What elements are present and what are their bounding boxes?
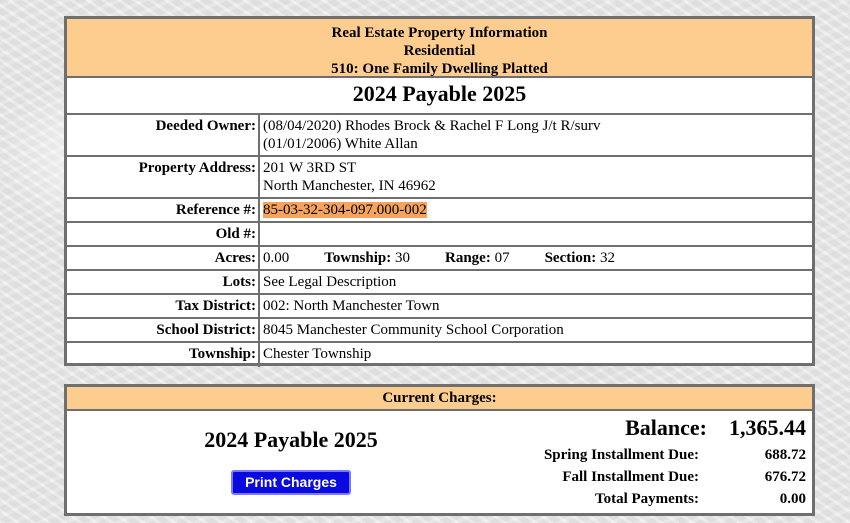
owner-line: (08/04/2020) Rhodes Brock & Rachel F Lon… (263, 118, 601, 134)
old-number-value (260, 223, 263, 245)
township-label: Township: (67, 343, 260, 367)
acres-label: Acres: (67, 247, 260, 269)
tax-year-title: 2024 Payable 2025 (67, 78, 812, 115)
balance-amount: 1,365.44 (729, 415, 806, 440)
deeded-owner-row: Deeded Owner: (08/04/2020) Rhodes Brock … (67, 115, 812, 157)
fall-installment-label: Fall Installment Due: (562, 469, 699, 485)
deeded-owner-value: (08/04/2020) Rhodes Brock & Rachel F Lon… (260, 115, 600, 155)
section-label: Section: (544, 250, 597, 266)
header-title: Real Estate Property Information (331, 25, 548, 41)
acres-value: 0.00 (263, 250, 290, 266)
spring-installment-amount: 688.72 (764, 447, 806, 463)
range-label: Range: (445, 250, 491, 266)
tax-district-row: Tax District: 002: North Manchester Town (67, 295, 812, 319)
reference-label: Reference #: (67, 199, 260, 221)
current-charges-panel: Current Charges: 2024 Payable 2025 Print… (64, 384, 815, 516)
old-number-row: Old #: (67, 223, 812, 247)
township-number: 30 (395, 250, 410, 266)
reference-value[interactable]: 85-03-32-304-097.000-002 (263, 202, 427, 218)
school-district-label: School District: (67, 319, 260, 341)
section-value: 32 (600, 250, 615, 266)
reference-row: Reference #: 85-03-32-304-097.000-002 (67, 199, 812, 223)
total-payments-label: Total Payments: (594, 491, 699, 507)
lots-label: Lots: (67, 271, 260, 293)
address-line: North Manchester, IN 46962 (263, 178, 436, 194)
township-row: Township: Chester Township (67, 343, 812, 367)
school-district-row: School District: 8045 Manchester Communi… (67, 319, 812, 343)
property-info-panel: Real Estate Property Information Residen… (64, 16, 815, 367)
township-value: Chester Township (263, 346, 372, 362)
deeded-owner-label: Deeded Owner: (67, 115, 260, 155)
fall-installment-line: Fall Installment Due: 676.72 (529, 469, 806, 486)
header-code: 510: One Family Dwelling Platted (331, 61, 548, 77)
current-charges-header: Current Charges: (67, 387, 812, 411)
tax-district-label: Tax District: (67, 295, 260, 317)
old-number-label: Old #: (67, 223, 260, 245)
charges-year-title: 2024 Payable 2025 (204, 427, 378, 452)
total-payments-line: Total Payments: 0.00 (529, 491, 806, 508)
acres-row: Acres: 0.00 Township: 30 Range: 07 Secti… (67, 247, 812, 271)
spring-installment-label: Spring Installment Due: (543, 447, 699, 463)
fall-installment-amount: 676.72 (764, 469, 806, 485)
print-charges-button[interactable]: Print Charges (231, 470, 351, 495)
spring-installment-line: Spring Installment Due: 688.72 (529, 447, 806, 464)
property-address-label: Property Address: (67, 157, 260, 197)
owner-line: (01/01/2006) White Allan (263, 136, 418, 152)
property-info-header: Real Estate Property Information Residen… (67, 19, 812, 78)
acres-values: 0.00 Township: 30 Range: 07 Section: 32 (260, 247, 615, 269)
balance-label: Balance: (625, 415, 707, 440)
tax-district-value: 002: North Manchester Town (263, 298, 440, 314)
township-number-label: Township: (324, 250, 392, 266)
school-district-value: 8045 Manchester Community School Corpora… (263, 322, 564, 338)
address-line: 201 W 3RD ST (263, 160, 357, 176)
lots-value: See Legal Description (263, 274, 397, 290)
property-address-value: 201 W 3RD ST North Manchester, IN 46962 (260, 157, 436, 197)
total-payments-amount: 0.00 (779, 491, 806, 507)
header-class: Residential (403, 43, 476, 59)
balance: Balance: 1,365.44 (625, 415, 806, 441)
range-value: 07 (494, 250, 510, 266)
property-address-row: Property Address: 201 W 3RD ST North Man… (67, 157, 812, 199)
lots-row: Lots: See Legal Description (67, 271, 812, 295)
